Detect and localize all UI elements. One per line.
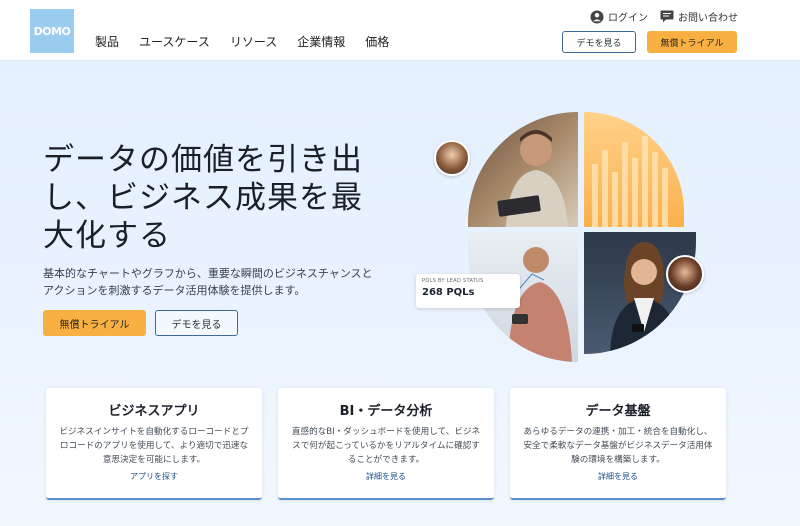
pql-stat-card: PQLS BY LEAD STATUS 268 PQLs bbox=[416, 274, 520, 308]
card-title: ビジネスアプリ bbox=[108, 404, 200, 419]
card-business-apps: ビジネスアプリ ビジネスインサイトを自動化するローコードとプロコードのアプリを使… bbox=[46, 388, 262, 500]
card-link[interactable]: 詳細を見る bbox=[510, 471, 726, 482]
login-label: ログイン bbox=[608, 13, 648, 24]
header-trial-button[interactable]: 無償トライアル bbox=[647, 31, 737, 53]
chat-bubble-icon bbox=[660, 10, 674, 23]
nav-item-resources[interactable]: リソース bbox=[230, 33, 277, 50]
main-nav: 製品 ユースケース リソース 企業情報 価格 bbox=[95, 33, 409, 50]
stat-value: 268 PQLs bbox=[422, 287, 475, 298]
card-link[interactable]: 詳細を見る bbox=[278, 471, 494, 482]
hero-subtitle: 基本的なチャートやグラフから、重要な瞬間のビジネスチャンスとアクションを刺激する… bbox=[43, 267, 373, 297]
avatar-woman-right bbox=[666, 255, 704, 293]
hero-demo-button[interactable]: デモを見る bbox=[155, 310, 238, 336]
card-data-foundation: データ基盤 あらゆるデータの連携・加工・統合を自動化し、安全で柔軟なデータ基盤が… bbox=[510, 388, 726, 500]
stat-label: PQLS BY LEAD STATUS bbox=[422, 278, 484, 284]
avatar-woman-top bbox=[434, 140, 470, 176]
card-description: ビジネスインサイトを自動化するローコードとプロコードのアプリを使用して、より適切… bbox=[59, 427, 249, 465]
nav-item-products[interactable]: 製品 bbox=[95, 33, 119, 50]
card-bi-analytics: BI・データ分析 直感的なBI・ダッシュボードを使用して、ビジネスで何が起こって… bbox=[278, 388, 494, 500]
nav-item-company[interactable]: 企業情報 bbox=[297, 33, 345, 50]
header-demo-button[interactable]: デモを見る bbox=[562, 31, 636, 53]
hero-trial-button[interactable]: 無償トライアル bbox=[43, 310, 146, 336]
hero-illustration: PQLS BY LEAD STATUS 268 PQLs bbox=[416, 112, 716, 372]
contact-link[interactable]: お問い合わせ bbox=[660, 9, 738, 24]
card-title: BI・データ分析 bbox=[339, 404, 433, 419]
hero-title: データの価値を引き出し、ビジネス成果を最大化する bbox=[43, 142, 363, 254]
card-link[interactable]: アプリを探す bbox=[46, 471, 262, 482]
card-description: 直感的なBI・ダッシュボードを使用して、ビジネスで何が起こっているかをリアルタイ… bbox=[291, 427, 481, 465]
photo-man-with-tablet bbox=[468, 112, 578, 227]
login-link[interactable]: ログイン bbox=[590, 9, 648, 24]
photo-woman-with-phone bbox=[584, 232, 696, 354]
site-header: DOMO 製品 ユースケース リソース 企業情報 価格 ログイン お問い合わせ … bbox=[0, 0, 800, 61]
bar-chart-graphic bbox=[584, 112, 684, 227]
card-title: データ基盤 bbox=[585, 404, 651, 419]
nav-item-pricing[interactable]: 価格 bbox=[365, 33, 389, 50]
nav-item-use-cases[interactable]: ユースケース bbox=[139, 33, 210, 50]
card-description: あらゆるデータの連携・加工・統合を自動化し、安全で柔軟なデータ基盤がビジネスデー… bbox=[523, 427, 713, 465]
contact-label: お問い合わせ bbox=[678, 13, 738, 24]
domo-logo[interactable]: DOMO bbox=[30, 9, 74, 53]
user-circle-icon bbox=[590, 10, 604, 23]
